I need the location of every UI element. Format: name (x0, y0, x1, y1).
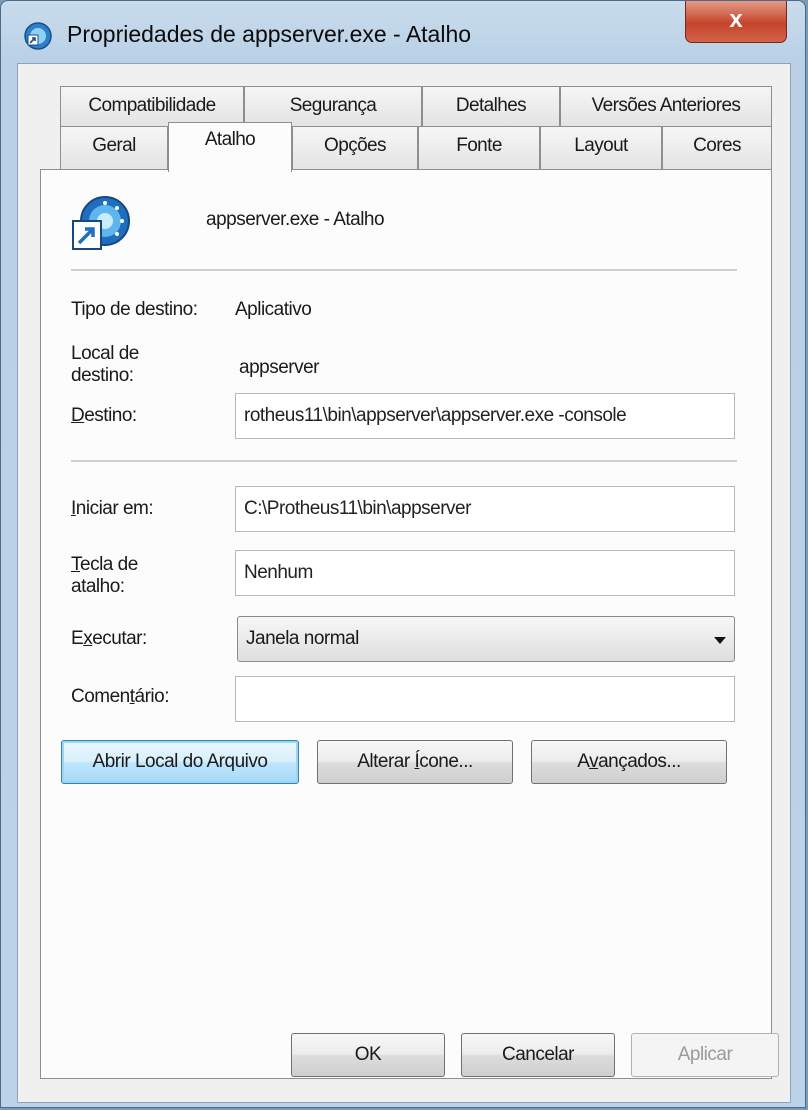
properties-window: Propriedades de appserver.exe - Atalho x… (0, 0, 806, 1108)
separator-middle (71, 460, 737, 463)
alterar-icone-button[interactable]: Alterar Ícone... (317, 740, 513, 784)
avancados-button[interactable]: Avançados... (531, 740, 727, 784)
cancelar-button[interactable]: Cancelar (461, 1033, 615, 1077)
local-destino-label: Local de destino: (71, 343, 139, 386)
abrir-local-arquivo-button[interactable]: Abrir Local do Arquivo (61, 740, 299, 784)
comentario-label: Comentário: (71, 686, 170, 707)
destino-field[interactable]: rotheus11\bin\appserver\appserver.exe -c… (235, 393, 735, 439)
iniciar-em-field[interactable]: C:\Protheus11\bin\appserver (235, 486, 735, 532)
iniciar-em-label: Iniciar em: (71, 498, 154, 519)
comentario-field[interactable] (235, 676, 735, 722)
chevron-down-icon[interactable] (714, 637, 726, 644)
shortcut-name: appserver.exe - Atalho (206, 209, 385, 230)
destino-label: Destino: (71, 405, 137, 426)
aplicar-button[interactable]: Aplicar (631, 1033, 779, 1077)
executar-selected-value: Janela normal (246, 628, 359, 649)
tipo-destino-value: Aplicativo (235, 299, 312, 320)
executar-select[interactable]: Janela normal (237, 616, 735, 662)
tipo-destino-label: Tipo de destino: (71, 299, 198, 320)
shortcut-icon (72, 196, 130, 250)
executar-label: Executar: (71, 628, 147, 649)
ok-button[interactable]: OK (291, 1033, 445, 1077)
tecla-atalho-field[interactable]: Nenhum (235, 550, 735, 596)
local-destino-value: appserver (239, 357, 320, 378)
tecla-atalho-label: Tecla de atalho: (71, 554, 138, 597)
separator-top (71, 269, 737, 272)
